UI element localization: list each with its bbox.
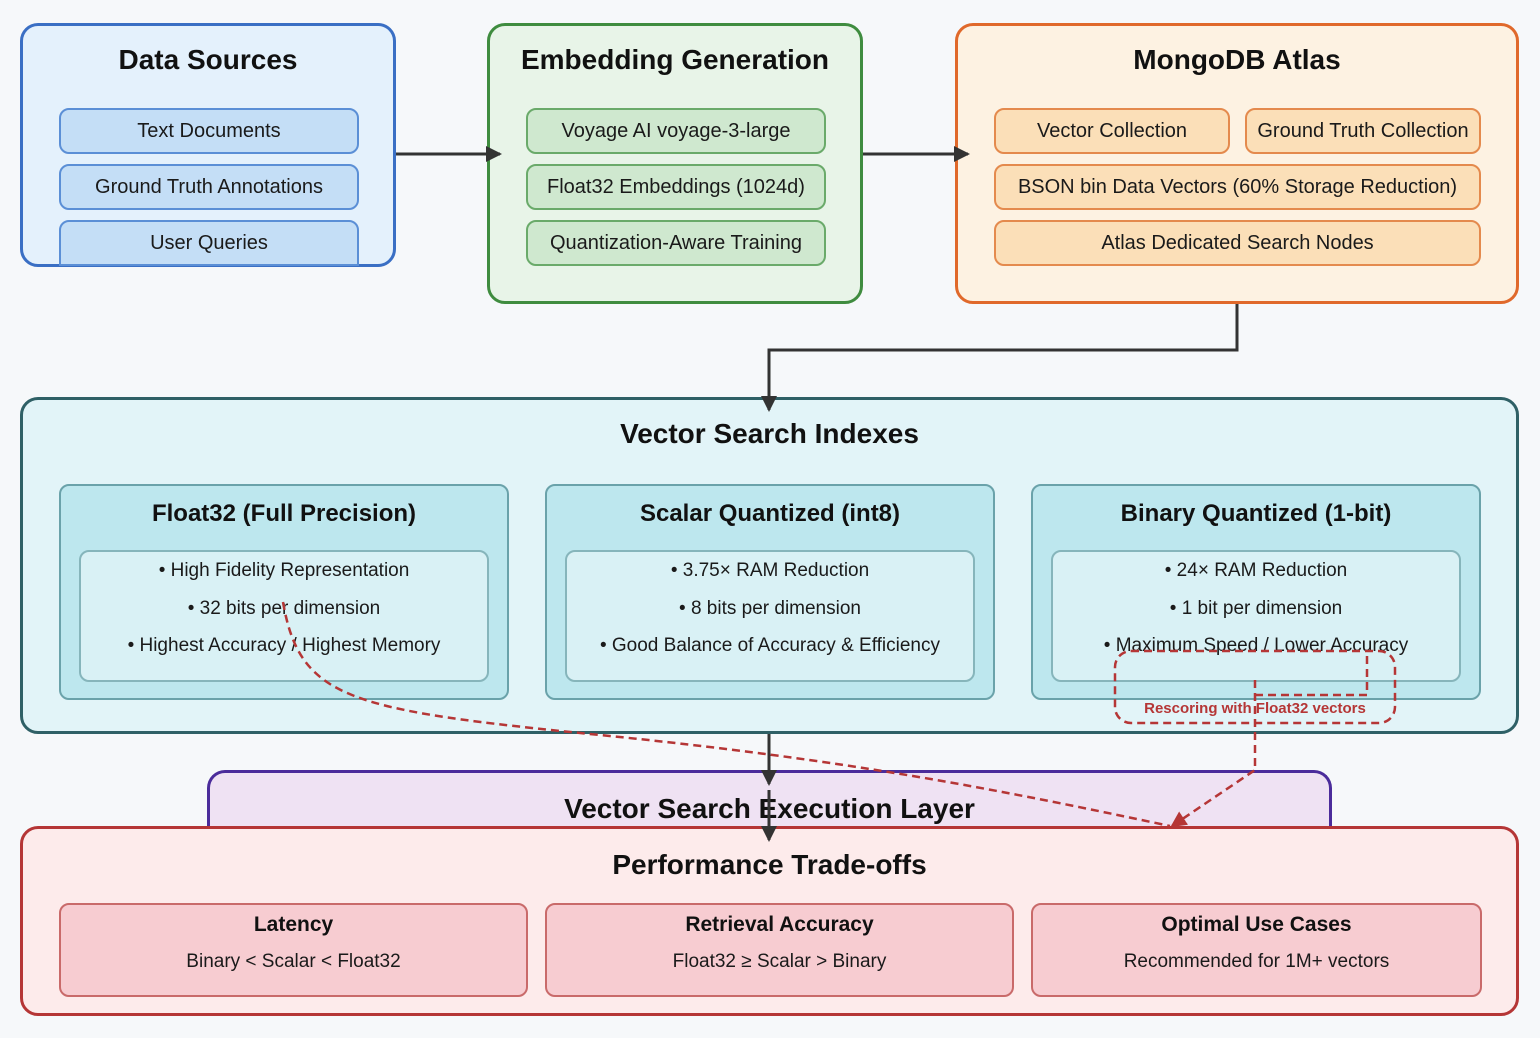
float32-embeddings-node[interactable]: Float32 Embeddings (1024d) (526, 164, 826, 210)
scalar-index-card[interactable]: Scalar Quantized (int8) • 3.75× RAM Redu… (545, 484, 995, 700)
vector-collection-node[interactable]: Vector Collection (994, 108, 1230, 154)
performance-tradeoffs-group: Performance Trade-offs Latency Binary < … (20, 826, 1519, 1016)
float32-index-title: Float32 (Full Precision) (151, 500, 417, 527)
binary-index-details: • 24× RAM Reduction • 1 bit per dimensio… (1051, 550, 1461, 682)
optimal-use-cases-desc: Recommended for 1M+ vectors (1123, 951, 1390, 972)
rescoring-label: Rescoring with Float32 vectors (1144, 700, 1366, 717)
index-bullet: • 3.75× RAM Reduction (670, 560, 870, 581)
index-bullet: • 1 bit per dimension (1169, 598, 1343, 619)
vector-search-indexes-group: Vector Search Indexes Float32 (Full Prec… (20, 397, 1519, 734)
index-bullet: • 8 bits per dimension (679, 598, 861, 619)
retrieval-accuracy-card[interactable]: Retrieval Accuracy Float32 ≥ Scalar > Bi… (545, 903, 1014, 997)
dedicated-search-nodes-node[interactable]: Atlas Dedicated Search Nodes (994, 220, 1481, 266)
index-bullet: • Maximum Speed / Lower Accuracy (1103, 635, 1409, 656)
index-bullet: • Highest Accuracy / Highest Memory (127, 635, 441, 656)
ground-truth-collection-node[interactable]: Ground Truth Collection (1245, 108, 1481, 154)
performance-tradeoffs-title: Performance Trade-offs (612, 849, 927, 880)
latency-desc: Binary < Scalar < Float32 (186, 951, 401, 972)
mongodb-atlas-group: MongoDB Atlas Vector Collection Ground T… (955, 23, 1519, 304)
optimal-use-cases-card[interactable]: Optimal Use Cases Recommended for 1M+ ve… (1031, 903, 1482, 997)
embedding-generation-title: Embedding Generation (520, 44, 830, 75)
mongodb-atlas-title: MongoDB Atlas (1133, 44, 1341, 75)
optimal-use-cases-title: Optimal Use Cases (1161, 913, 1352, 936)
embedding-generation-group: Embedding Generation Voyage AI voyage-3-… (487, 23, 863, 304)
ground-truth-annotations-node[interactable]: Ground Truth Annotations (59, 164, 359, 210)
index-bullet: • Good Balance of Accuracy & Efficiency (599, 635, 941, 656)
float32-index-card[interactable]: Float32 (Full Precision) • High Fidelity… (59, 484, 509, 700)
retrieval-accuracy-desc: Float32 ≥ Scalar > Binary (672, 951, 887, 972)
binary-index-title: Binary Quantized (1-bit) (1120, 500, 1392, 527)
text-documents-node[interactable]: Text Documents (59, 108, 359, 154)
binary-index-card[interactable]: Binary Quantized (1-bit) • 24× RAM Reduc… (1031, 484, 1481, 700)
index-bullet: • 24× RAM Reduction (1164, 560, 1348, 581)
voyage-model-node[interactable]: Voyage AI voyage-3-large (526, 108, 826, 154)
latency-card[interactable]: Latency Binary < Scalar < Float32 (59, 903, 528, 997)
data-sources-group: Data Sources Text Documents Ground Truth… (20, 23, 396, 267)
scalar-index-details: • 3.75× RAM Reduction • 8 bits per dimen… (565, 550, 975, 682)
quantization-aware-training-node[interactable]: Quantization-Aware Training (526, 220, 826, 266)
retrieval-accuracy-title: Retrieval Accuracy (685, 913, 874, 936)
bson-bin-vectors-node[interactable]: BSON bin Data Vectors (60% Storage Reduc… (994, 164, 1481, 210)
data-sources-title: Data Sources (118, 44, 298, 75)
index-bullet: • 32 bits per dimension (187, 598, 381, 619)
index-bullet: • High Fidelity Representation (158, 560, 410, 581)
user-queries-node[interactable]: User Queries (59, 220, 359, 266)
scalar-index-title: Scalar Quantized (int8) (639, 500, 901, 527)
arrow-mongodb-to-indexes (761, 304, 1239, 412)
execution-layer-title: Vector Search Execution Layer (564, 793, 975, 824)
vector-search-indexes-title: Vector Search Indexes (620, 418, 919, 449)
latency-title: Latency (253, 913, 334, 936)
float32-index-details: • High Fidelity Representation • 32 bits… (79, 550, 489, 682)
